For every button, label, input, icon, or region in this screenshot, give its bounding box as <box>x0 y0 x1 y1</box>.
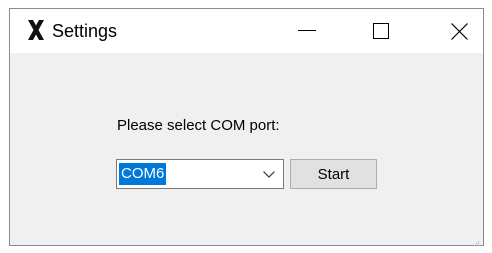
minimize-button[interactable] <box>284 9 330 53</box>
start-button[interactable]: Start <box>290 159 377 189</box>
com-port-prompt: Please select COM port: <box>117 117 280 134</box>
chevron-down-icon[interactable] <box>259 160 279 188</box>
com-port-select[interactable]: COM6 <box>116 159 284 189</box>
maximize-icon <box>373 23 389 39</box>
maximize-button[interactable] <box>358 9 404 53</box>
com-port-selected-value: COM6 <box>119 163 167 185</box>
minimize-icon <box>298 30 316 32</box>
close-button[interactable] <box>436 9 482 53</box>
resize-grip-icon[interactable] <box>472 234 480 246</box>
title-bar[interactable]: Settings <box>10 9 483 53</box>
close-icon <box>450 22 468 40</box>
x-logo-icon <box>27 19 45 41</box>
settings-window: Settings Please select COM port: COM6 St… <box>9 8 484 246</box>
window-title: Settings <box>52 21 118 41</box>
